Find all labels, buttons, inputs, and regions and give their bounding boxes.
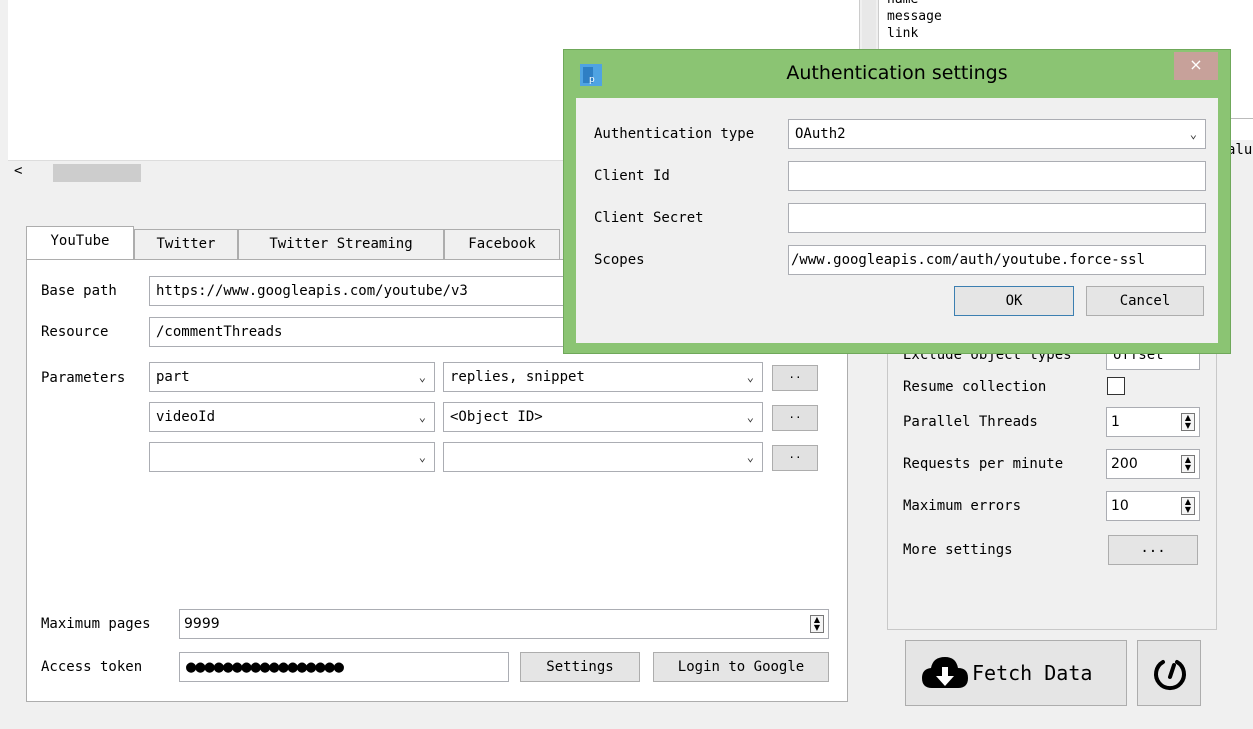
ok-button[interactable]: OK <box>954 286 1074 316</box>
scopes-label: Scopes <box>594 252 645 268</box>
resource-label: Resource <box>41 324 109 340</box>
chevron-down-icon: ⌄ <box>746 450 754 464</box>
client-secret-input[interactable] <box>788 203 1206 233</box>
timer-button[interactable] <box>1137 640 1201 706</box>
chevron-down-icon: ⌄ <box>418 370 426 384</box>
dialog-title-bar[interactable]: p Authentication settings × <box>564 50 1230 98</box>
chevron-down-icon: ⌄ <box>1189 127 1197 141</box>
param-value-select[interactable]: replies, snippet ⌄ <box>443 362 763 392</box>
access-token-input[interactable]: ●●●●●●●●●●●●●●●●● <box>179 652 509 682</box>
param-name-select[interactable]: part ⌄ <box>149 362 435 392</box>
maximum-errors-spinner[interactable]: 10 ▲ ▼ <box>1106 491 1200 521</box>
authentication-dialog: p Authentication settings × Authenticati… <box>563 49 1231 354</box>
param-more-button[interactable]: .. <box>772 365 818 391</box>
maximum-errors-label: Maximum errors <box>903 498 1022 514</box>
resume-collection-label: Resume collection <box>903 379 1047 395</box>
field-list-item[interactable]: link <box>887 25 1245 42</box>
parallel-threads-label: Parallel Threads <box>903 414 1038 430</box>
param-name-select[interactable]: ⌄ <box>149 442 435 472</box>
parameters-label: Parameters <box>41 370 126 386</box>
resume-collection-checkbox[interactable] <box>1107 377 1125 395</box>
close-icon: × <box>1189 55 1203 74</box>
authentication-type-label: Authentication type <box>594 126 755 142</box>
more-settings-button[interactable]: ... <box>1108 535 1198 565</box>
authentication-type-select[interactable]: OAuth2 ⌄ <box>788 119 1206 149</box>
spinner-arrows-icon[interactable]: ▲ ▼ <box>1181 497 1195 515</box>
spinner-arrows-icon[interactable]: ▲ ▼ <box>1181 413 1195 431</box>
param-value-select[interactable]: <Object ID> ⌄ <box>443 402 763 432</box>
access-token-label: Access token <box>41 659 143 675</box>
settings-button[interactable]: Settings <box>520 652 640 682</box>
base-path-label: Base path <box>41 283 117 299</box>
login-to-google-button[interactable]: Login to Google <box>653 652 829 682</box>
tab-twitter-streaming[interactable]: Twitter Streaming <box>238 229 444 259</box>
scrollbar-thumb[interactable] <box>53 164 141 182</box>
param-more-button[interactable]: .. <box>772 445 818 471</box>
chevron-down-icon: ⌄ <box>418 450 426 464</box>
resource-input[interactable]: /commentThreads <box>149 317 574 347</box>
requests-per-minute-label: Requests per minute <box>903 456 1064 472</box>
param-more-button[interactable]: .. <box>772 405 818 431</box>
parallel-threads-spinner[interactable]: 1 ▲ ▼ <box>1106 407 1200 437</box>
max-pages-label: Maximum pages <box>41 616 151 632</box>
scroll-left-icon[interactable]: < <box>14 163 22 179</box>
tab-youtube[interactable]: YouTube <box>26 226 134 260</box>
client-id-input[interactable] <box>788 161 1206 191</box>
dialog-body: Authentication type OAuth2 ⌄ Client Id C… <box>576 98 1218 343</box>
client-id-label: Client Id <box>594 168 670 184</box>
base-path-input[interactable]: https://www.googleapis.com/youtube/v3 <box>149 276 574 306</box>
spinner-arrows-icon[interactable]: ▲ ▼ <box>810 615 824 633</box>
param-value-select[interactable]: ⌄ <box>443 442 763 472</box>
chevron-down-icon: ⌄ <box>746 410 754 424</box>
tab-facebook[interactable]: Facebook <box>444 229 560 259</box>
chevron-down-icon: ⌄ <box>746 370 754 384</box>
chevron-down-icon: ⌄ <box>418 410 426 424</box>
client-secret-label: Client Secret <box>594 210 704 226</box>
tab-twitter[interactable]: Twitter <box>134 229 238 259</box>
field-list-item[interactable]: message <box>887 8 1245 25</box>
cancel-button[interactable]: Cancel <box>1086 286 1204 316</box>
field-list-item[interactable]: name <box>887 0 1245 8</box>
close-button[interactable]: × <box>1174 52 1218 80</box>
scopes-input[interactable]: /www.googleapis.com/auth/youtube.force-s… <box>788 245 1206 275</box>
spinner-arrows-icon[interactable]: ▲ ▼ <box>1181 455 1195 473</box>
dialog-title: Authentication settings <box>786 62 1008 84</box>
max-pages-spinner[interactable]: 9999 ▲ ▼ <box>179 609 829 639</box>
more-settings-label: More settings <box>903 542 1013 558</box>
field-list-scroll-track[interactable] <box>862 0 876 50</box>
param-name-select[interactable]: videoId ⌄ <box>149 402 435 432</box>
requests-per-minute-spinner[interactable]: 200 ▲ ▼ <box>1106 449 1200 479</box>
timer-icon <box>1154 660 1186 691</box>
fetch-data-label: Fetch Data <box>972 661 1093 685</box>
cloud-download-icon <box>922 657 968 688</box>
fetch-data-button[interactable]: Fetch Data <box>905 640 1127 706</box>
